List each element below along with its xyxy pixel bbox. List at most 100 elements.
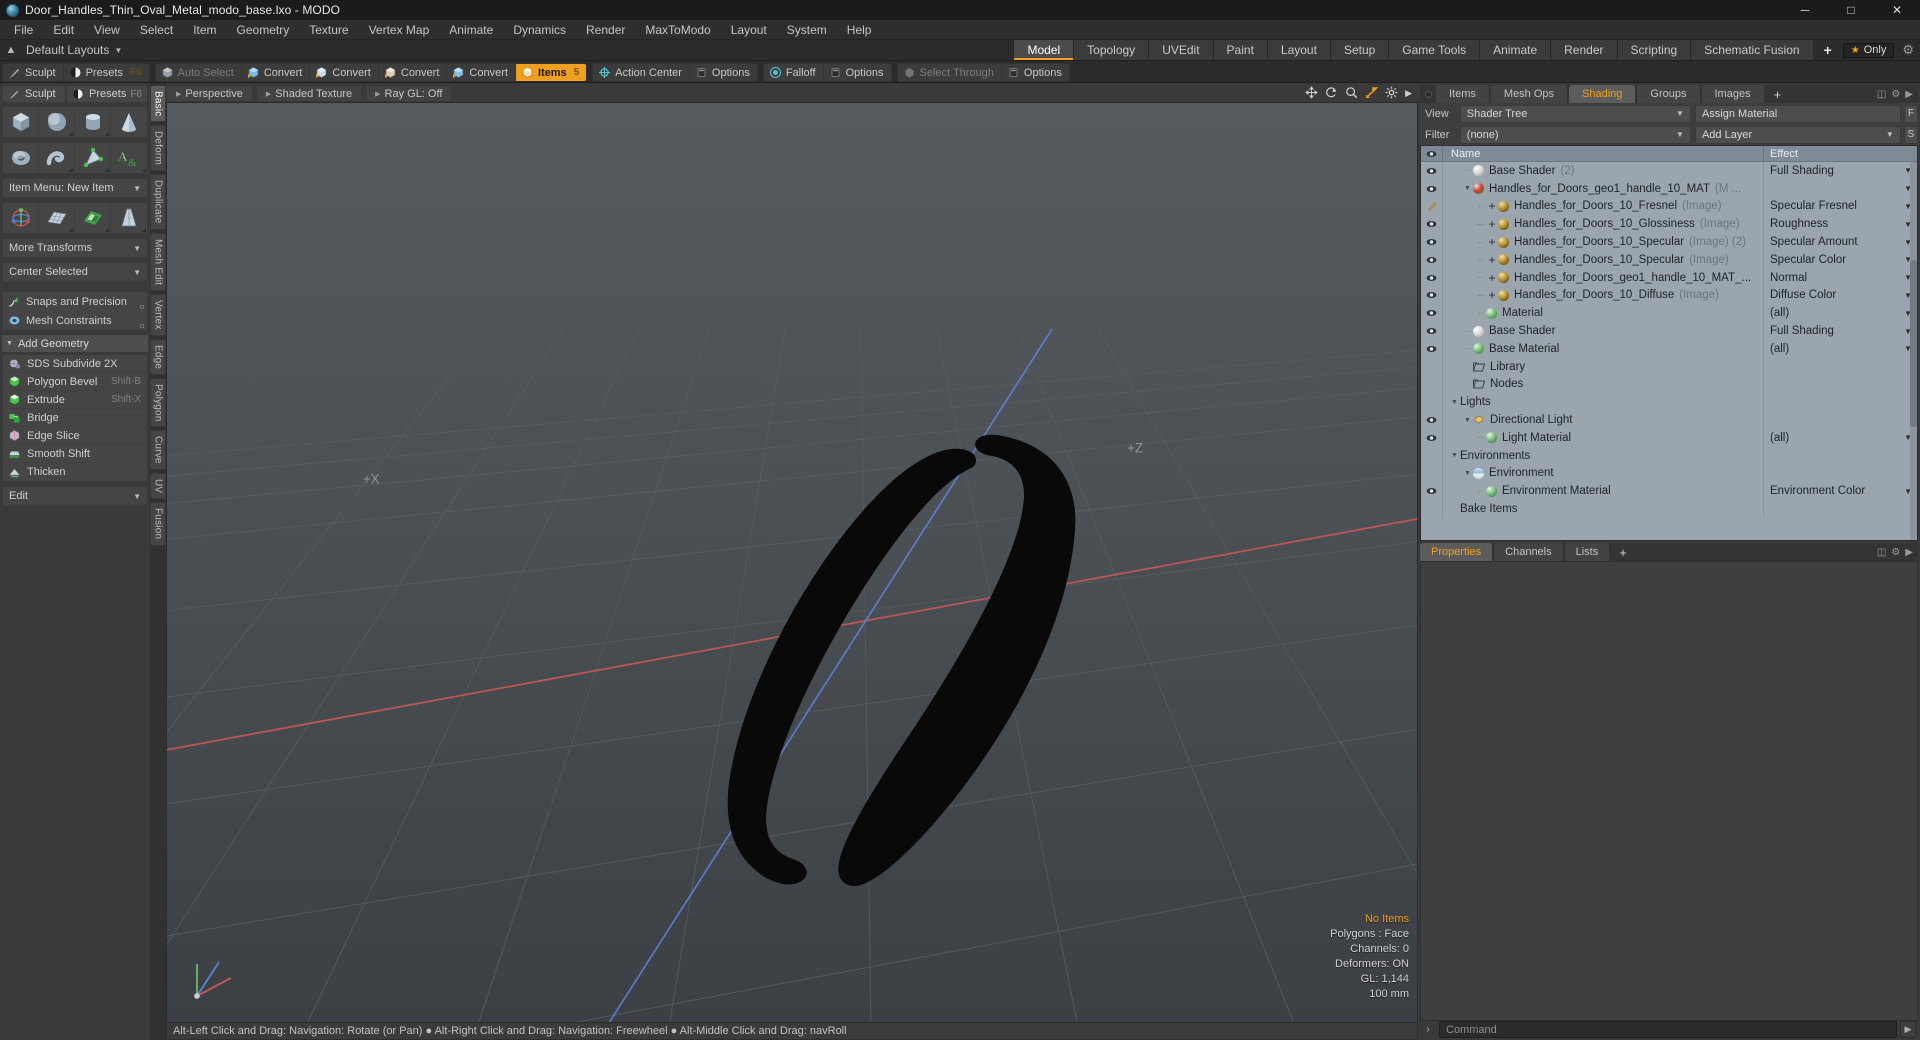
shader-tree-row[interactable]: ·· Base Material (all) ▼ xyxy=(1421,339,1917,358)
visibility-eye-icon[interactable] xyxy=(1421,162,1443,180)
more-transforms-dropdown[interactable]: More Transforms ▼ xyxy=(2,238,148,258)
cone-primitive-button[interactable] xyxy=(111,107,147,137)
expand-plus-icon[interactable]: + xyxy=(1486,253,1498,267)
menu-maxtomodo[interactable]: MaxToModo xyxy=(635,20,720,40)
polygon-bevel-item[interactable]: Polygon Bevel Shift-B xyxy=(3,373,147,391)
shader-tree-item-name[interactable]: ·· + Handles_for_Doors_geo1_handle_10_MAT_… xyxy=(1443,268,1764,287)
shader-tree-rows[interactable]: ·· Base Shader (2) Full Shading ▼ ▼ Handles_fo… xyxy=(1421,162,1917,540)
minimize-button[interactable]: ─ xyxy=(1782,0,1828,20)
falloff-options-button[interactable]: Options xyxy=(823,64,891,81)
tab-groups[interactable]: Groups xyxy=(1637,85,1701,103)
panel-gear-icon[interactable]: ⚙ xyxy=(1891,89,1900,100)
rotate-icon[interactable] xyxy=(1325,86,1338,102)
shader-tree-scrollbar[interactable] xyxy=(1910,162,1917,540)
vtab-vertex[interactable]: Vertex xyxy=(150,294,166,336)
polygon-point-primitive-button[interactable] xyxy=(75,143,111,173)
visibility-eye-icon[interactable] xyxy=(1421,179,1443,198)
assign-material-f-button[interactable]: F xyxy=(1903,104,1918,123)
default-layouts-dropdown[interactable]: Default Layouts ▼ xyxy=(22,40,130,60)
cube-primitive-button[interactable] xyxy=(3,107,39,137)
convert-edge-button[interactable]: Convert xyxy=(310,64,379,81)
command-input[interactable]: Command xyxy=(1439,1021,1897,1038)
expand-plus-icon[interactable]: + xyxy=(1486,288,1498,302)
shader-tree-row[interactable]: ·· + Handles_for_Doors_10_Specular (Image) S… xyxy=(1421,250,1917,269)
shader-tree-item-effect[interactable]: (all) ▼ xyxy=(1764,429,1917,447)
shader-tree-item-name[interactable]: ·· + Handles_for_Doors_10_Diffuse (Image) xyxy=(1443,286,1764,305)
chevron-down-icon[interactable]: ▼ xyxy=(1462,417,1473,424)
shader-tree-item-name[interactable]: ·· Light Material xyxy=(1443,428,1764,447)
properties-expand-icon[interactable]: ◫ xyxy=(1877,547,1886,558)
items-mode-button[interactable]: Items 5 xyxy=(515,64,587,81)
menu-help[interactable]: Help xyxy=(837,20,882,40)
left-tab-sculpt[interactable]: Sculpt xyxy=(2,85,67,103)
shader-tree-item-name[interactable]: ·· + Handles_for_Doors_10_Specular (Image) xyxy=(1443,250,1764,269)
chevron-right-icon[interactable]: ▶ xyxy=(1405,88,1412,99)
only-toggle-button[interactable]: ★ Only xyxy=(1842,42,1895,58)
visibility-eye-icon[interactable] xyxy=(1421,268,1443,287)
convert-material-button[interactable]: Convert xyxy=(447,64,516,81)
add-panel-tab-button[interactable]: + xyxy=(1766,85,1790,103)
expand-plus-icon[interactable]: + xyxy=(1486,235,1498,249)
expand-plus-icon[interactable]: + xyxy=(1486,199,1498,213)
convert-vertex-button[interactable]: Convert xyxy=(241,64,311,81)
shader-tree-item-effect[interactable]: (all) ▼ xyxy=(1764,304,1917,322)
select-through-options-button[interactable]: Options xyxy=(1001,64,1069,81)
menu-animate[interactable]: Animate xyxy=(439,20,503,40)
smooth-shift-item[interactable]: Smooth Shift xyxy=(3,445,147,463)
shader-tree-item-effect[interactable]: Specular Fresnel ▼ xyxy=(1764,198,1917,216)
shader-tree-item-effect[interactable]: Full Shading ▼ xyxy=(1764,322,1917,340)
menu-select[interactable]: Select xyxy=(130,20,183,40)
command-submit-icon[interactable]: ▶ xyxy=(1900,1021,1916,1038)
vtab-curve[interactable]: Curve xyxy=(150,430,166,471)
snaps-and-precision-row[interactable]: Snaps and Precision xyxy=(3,292,147,311)
tab-topology[interactable]: Topology xyxy=(1073,40,1149,60)
shader-tree-item-effect[interactable]: Diffuse Color ▼ xyxy=(1764,287,1917,305)
shader-tree-item-name[interactable]: ▼ Environment xyxy=(1443,464,1764,483)
bridge-item[interactable]: Bridge xyxy=(3,409,147,427)
menu-edit[interactable]: Edit xyxy=(43,20,84,40)
shader-tree-item-effect[interactable]: Roughness ▼ xyxy=(1764,215,1917,233)
viewport-raygl-dropdown[interactable]: ▶ Ray GL: Off xyxy=(365,85,453,102)
viewport-shading-dropdown[interactable]: ▶ Shaded Texture xyxy=(255,85,363,102)
properties-gear-icon[interactable]: ⚙ xyxy=(1891,547,1900,558)
tab-images[interactable]: Images xyxy=(1701,85,1765,103)
panel-expand-icon[interactable]: ◫ xyxy=(1877,89,1886,100)
auto-select-button[interactable]: Auto Select xyxy=(155,64,242,81)
add-layer-dropdown[interactable]: Add Layer ▼ xyxy=(1694,125,1901,144)
green-checker-button[interactable] xyxy=(75,203,111,233)
shader-tree-item-effect[interactable]: Environment Color ▼ xyxy=(1764,482,1917,500)
edit-dropdown[interactable]: Edit ▼ xyxy=(2,486,148,506)
close-button[interactable]: ✕ xyxy=(1874,0,1920,20)
fit-icon[interactable] xyxy=(1365,86,1379,102)
expand-plus-icon[interactable]: + xyxy=(1486,271,1498,285)
torus-primitive-button[interactable] xyxy=(3,143,39,173)
vtab-deform[interactable]: Deform xyxy=(150,125,166,172)
shader-tree-row[interactable]: ▼ Environment xyxy=(1421,464,1917,483)
shader-tree-item-effect[interactable]: ▼ xyxy=(1764,180,1917,198)
shader-tree-row[interactable]: ·· Base Shader (2) Full Shading ▼ xyxy=(1421,162,1917,180)
vtab-mesh-edit[interactable]: Mesh Edit xyxy=(150,232,166,292)
chevron-down-icon[interactable]: ▼ xyxy=(1449,452,1460,459)
tab-lists[interactable]: Lists xyxy=(1564,543,1611,561)
vtab-basic[interactable]: Basic xyxy=(150,85,166,123)
properties-chevron-right-icon[interactable]: ▶ xyxy=(1905,547,1913,558)
menu-file[interactable]: File xyxy=(4,20,43,40)
shader-tree-row[interactable]: ▼ Handles_for_Doors_geo1_handle_10_MAT (M … xyxy=(1421,179,1917,198)
viewport-perspective-dropdown[interactable]: ▶ Perspective xyxy=(166,85,253,102)
shader-tree-row[interactable]: Nodes xyxy=(1421,375,1917,394)
visibility-eye-icon[interactable] xyxy=(1421,411,1443,429)
shader-tree-row[interactable]: ·· Material (all) ▼ xyxy=(1421,304,1917,323)
action-center-options-button[interactable]: Options xyxy=(689,64,757,81)
tab-layout[interactable]: Layout xyxy=(1266,40,1330,60)
shader-tree-item-effect[interactable]: Full Shading ▼ xyxy=(1764,162,1917,180)
grid-mesh-button[interactable] xyxy=(39,203,75,233)
presets-button[interactable]: Presets F6 xyxy=(63,64,149,81)
tab-properties[interactable]: Properties xyxy=(1420,543,1494,561)
item-menu-dropdown[interactable]: Item Menu: New Item ▼ xyxy=(2,178,148,198)
scrollbar-thumb[interactable] xyxy=(1910,260,1917,427)
menu-item[interactable]: Item xyxy=(183,20,226,40)
shader-tree-item-name[interactable]: ·· Material xyxy=(1443,304,1764,323)
shader-tree-item-name[interactable]: ·· Base Shader (2) xyxy=(1443,162,1764,180)
shader-tree-row[interactable]: ·· + Handles_for_Doors_10_Specular (Image) … xyxy=(1421,233,1917,251)
text-primitive-button[interactable]: A & xyxy=(111,143,147,173)
